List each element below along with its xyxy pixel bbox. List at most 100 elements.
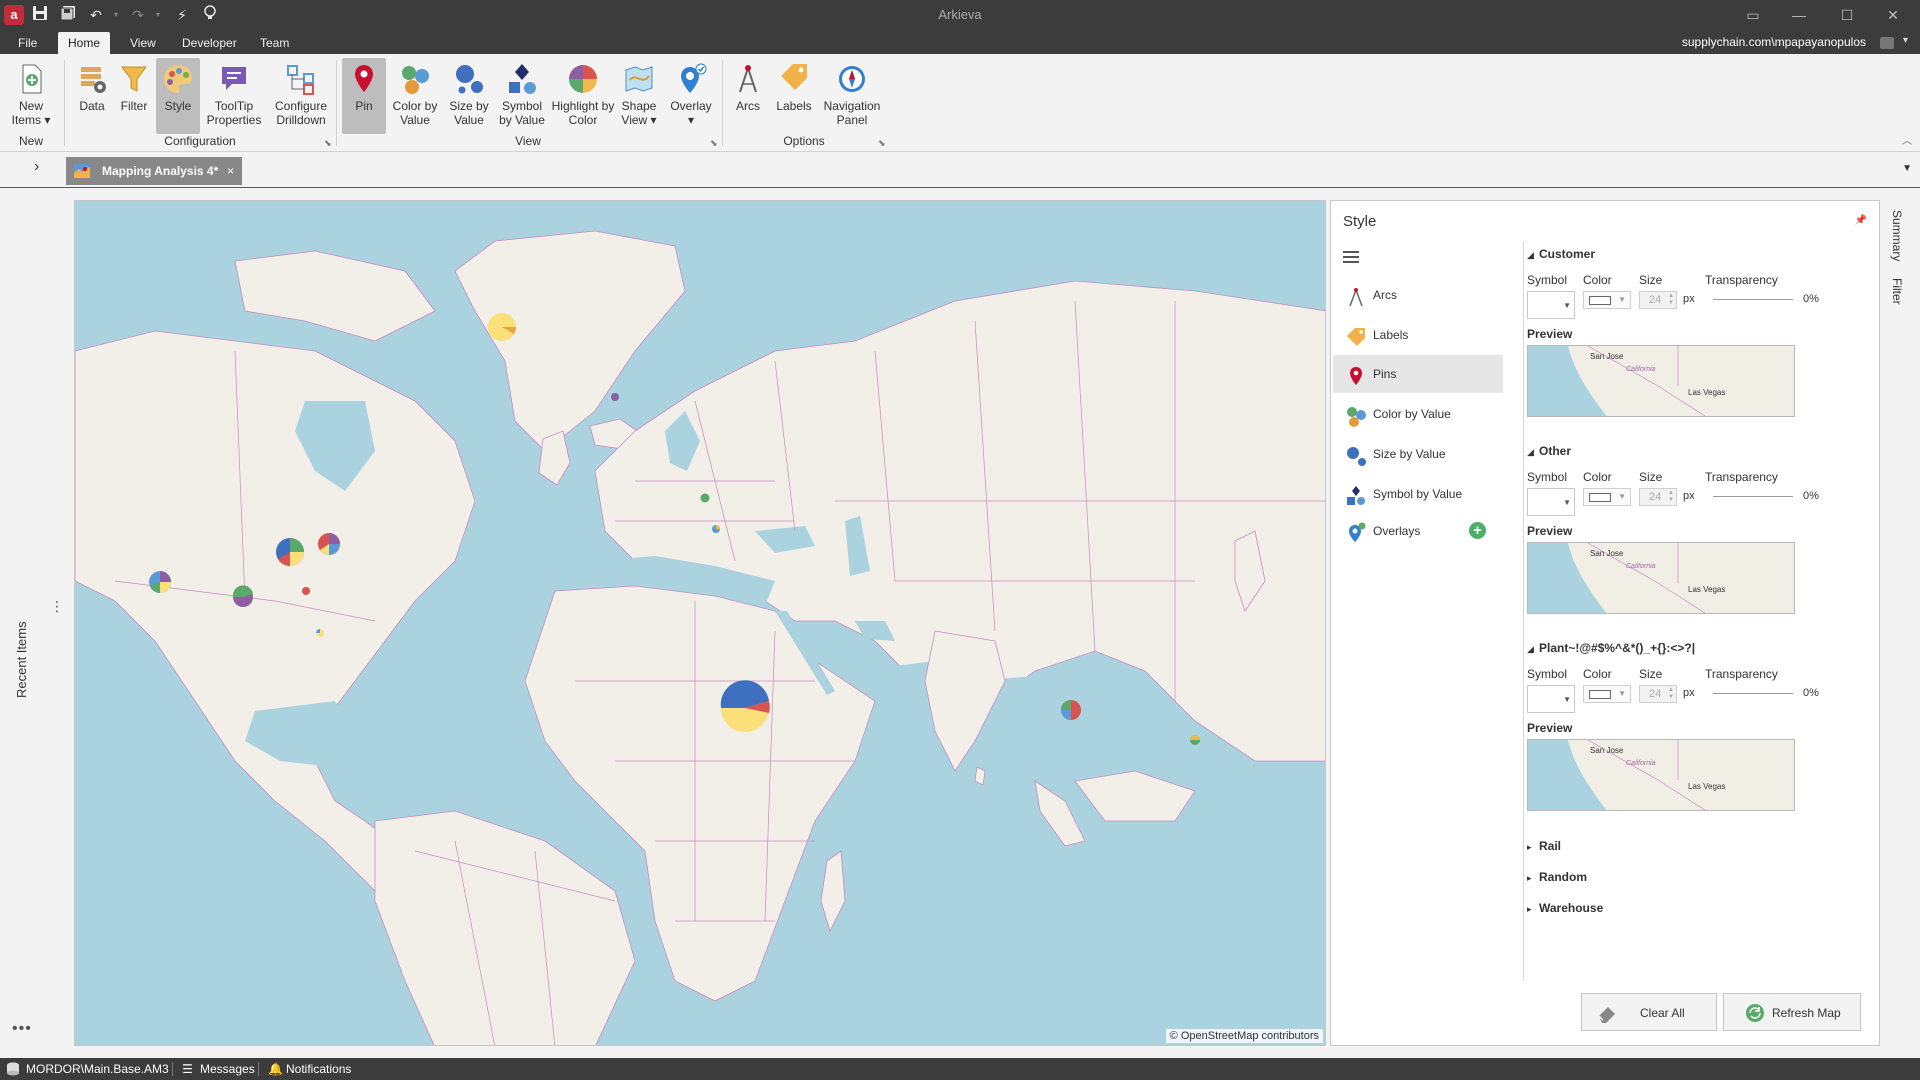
summary-tab[interactable]: Summary — [1890, 210, 1904, 261]
nav-item-arcs[interactable]: Arcs — [1333, 276, 1503, 314]
tab-view[interactable]: View — [120, 32, 166, 54]
pin-greenland[interactable] — [488, 313, 516, 341]
symbol-dropdown[interactable]: ▼ — [1527, 488, 1575, 516]
section-header-random[interactable]: ▸ Random — [1527, 870, 1587, 884]
group-label-view: View — [515, 134, 541, 148]
pin-east-coast[interactable] — [318, 533, 340, 555]
overlay-button[interactable]: Overlay ▾ — [668, 58, 714, 134]
tab-file[interactable]: File — [8, 32, 47, 54]
color-picker[interactable]: ▼ — [1583, 291, 1631, 309]
size-stepper[interactable]: 24 ▲ ▼ — [1639, 291, 1677, 309]
navigation-panel-button[interactable]: Navigation Panel — [820, 58, 884, 134]
splitter-handle-icon[interactable]: ⋮ — [50, 598, 64, 615]
pin-panel-icon[interactable]: 📌 — [1855, 215, 1867, 226]
configuration-expand-icon[interactable]: ⬊ — [324, 138, 332, 149]
preview-city-label: Las Vegas — [1688, 782, 1726, 791]
size-stepper[interactable]: 24 ▲ ▼ — [1639, 685, 1677, 703]
refresh-map-button[interactable]: Refresh Map — [1723, 993, 1861, 1031]
account-dropdown-icon[interactable]: ▾ — [1903, 35, 1908, 46]
filter-tab[interactable]: Filter — [1890, 278, 1904, 305]
tab-team[interactable]: Team — [250, 32, 299, 54]
tab-list-dropdown-icon[interactable]: ▼ — [1902, 163, 1912, 174]
pin-singapore[interactable] — [1190, 735, 1200, 745]
nav-item-labels[interactable]: Labels — [1333, 316, 1503, 354]
pin-chicago[interactable] — [276, 538, 304, 566]
pin-florida[interactable] — [316, 629, 324, 637]
collapse-caret-icon: ◢ — [1527, 644, 1534, 654]
color-by-value-button[interactable]: Color by Value — [390, 58, 440, 134]
tooltip-properties-button[interactable]: ToolTip Properties — [204, 58, 264, 134]
nav-label-labels: Labels — [1373, 328, 1409, 342]
document-tab[interactable]: Mapping Analysis 4* × — [66, 157, 242, 185]
account-icon[interactable] — [1880, 37, 1894, 49]
pin-button[interactable]: Pin — [342, 58, 386, 134]
tag-icon — [781, 64, 807, 90]
maximize-icon[interactable]: ☐ — [1832, 4, 1862, 26]
account-name[interactable]: supplychain.com\mpapayanopulos — [1682, 35, 1866, 49]
more-options-icon[interactable]: ••• — [12, 1020, 32, 1038]
filter-button[interactable]: Filter — [114, 58, 154, 134]
transparency-slider[interactable] — [1713, 299, 1793, 300]
ribbon-display-icon[interactable]: ▭ — [1738, 4, 1768, 26]
world-map[interactable]: © OpenStreetMap contributors — [74, 200, 1326, 1046]
configure-drilldown-button[interactable]: Configure Drilldown — [270, 58, 332, 134]
spinner-arrows-icon[interactable]: ▲ ▼ — [1668, 687, 1674, 701]
minimize-icon[interactable]: — — [1784, 4, 1814, 26]
pin-iceland[interactable] — [611, 393, 619, 401]
model-path[interactable]: MORDOR\Main.Base.AM3 — [26, 1062, 169, 1076]
pin-england[interactable] — [700, 493, 710, 503]
options-expand-icon[interactable]: ⬊ — [878, 138, 886, 149]
shape-view-button[interactable]: Shape View ▾ — [618, 58, 660, 134]
pin-nigeria[interactable] — [720, 680, 770, 732]
labels-button[interactable]: Labels — [772, 58, 816, 134]
drilldown-icon — [287, 65, 314, 95]
section-header-rail[interactable]: ▸ Rail — [1527, 839, 1561, 853]
pin-france[interactable] — [712, 525, 720, 533]
nav-item-color-by-value[interactable]: Color by Value — [1333, 395, 1503, 433]
recent-items-tab[interactable]: Recent Items — [14, 621, 29, 698]
symbol-dropdown[interactable]: ▼ — [1527, 685, 1575, 713]
data-button[interactable]: Data — [70, 58, 114, 134]
highlight-by-color-button[interactable]: Highlight by Color — [550, 58, 616, 134]
status-separator — [258, 1062, 259, 1076]
section-header-warehouse[interactable]: ▸ Warehouse — [1527, 901, 1603, 915]
add-overlay-icon[interactable]: + — [1469, 522, 1486, 539]
color-picker[interactable]: ▼ — [1583, 685, 1631, 703]
close-tab-icon[interactable]: × — [227, 157, 234, 185]
tab-home[interactable]: Home — [58, 32, 111, 54]
view-expand-icon[interactable]: ⬊ — [710, 138, 718, 149]
new-items-button[interactable]: New Items ▾ — [6, 58, 56, 134]
nav-item-size-by-value[interactable]: Size by Value — [1333, 435, 1503, 473]
clear-all-button[interactable]: Clear All — [1581, 993, 1717, 1031]
messages-button[interactable]: Messages — [200, 1062, 255, 1076]
color-picker[interactable]: ▼ — [1583, 488, 1631, 506]
preview-city-label: San Jose — [1590, 746, 1624, 755]
tab-developer[interactable]: Developer — [172, 32, 247, 54]
close-icon[interactable]: ✕ — [1878, 4, 1908, 26]
nav-item-symbol-by-value[interactable]: Symbol by Value — [1333, 475, 1503, 513]
pin-louisiana[interactable] — [302, 587, 310, 595]
spinner-arrows-icon[interactable]: ▲ ▼ — [1668, 293, 1674, 307]
map-attribution[interactable]: © OpenStreetMap contributors — [1165, 1029, 1323, 1043]
section-header-customer[interactable]: ◢ Customer — [1527, 247, 1595, 261]
pin-california[interactable] — [149, 571, 171, 593]
pin-texas[interactable] — [232, 585, 253, 607]
transparency-slider[interactable] — [1713, 496, 1793, 497]
symbol-dropdown[interactable]: ▼ — [1527, 291, 1575, 319]
style-button[interactable]: Style — [156, 58, 200, 134]
size-by-value-button[interactable]: Size by Value — [444, 58, 494, 134]
nav-item-overlays[interactable]: Overlays + — [1333, 512, 1503, 550]
pin-south-india[interactable] — [1061, 700, 1081, 720]
transparency-slider[interactable] — [1713, 693, 1793, 694]
arcs-button[interactable]: Arcs — [728, 58, 768, 134]
hamburger-menu-icon[interactable] — [1343, 251, 1359, 263]
nav-item-pins[interactable]: Pins — [1333, 355, 1503, 393]
symbol-by-value-button[interactable]: Symbol by Value — [498, 58, 546, 134]
notifications-button[interactable]: Notifications — [286, 1062, 351, 1076]
collapse-ribbon-icon[interactable]: ︿ — [1902, 132, 1912, 147]
expand-left-panel-icon[interactable]: › — [34, 158, 39, 176]
section-header-plant[interactable]: ◢ Plant~!@#$%^&*()_+{}:<>?| — [1527, 641, 1695, 655]
size-stepper[interactable]: 24 ▲ ▼ — [1639, 488, 1677, 506]
section-header-other[interactable]: ◢ Other — [1527, 444, 1571, 458]
spinner-arrows-icon[interactable]: ▲ ▼ — [1668, 490, 1674, 504]
